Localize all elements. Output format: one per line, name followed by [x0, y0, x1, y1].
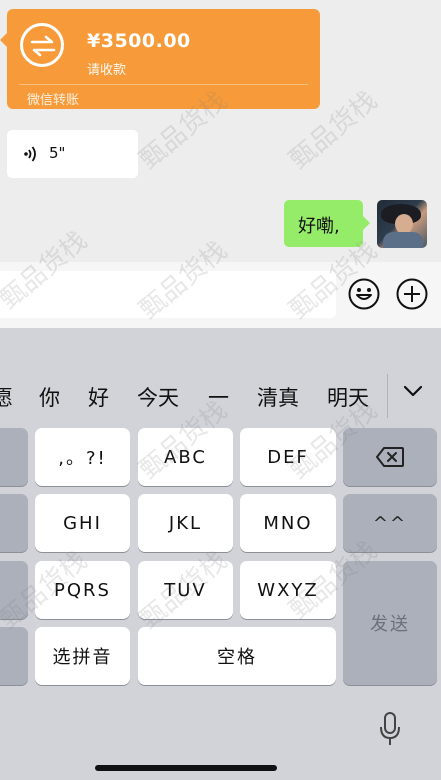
microphone-icon[interactable] — [378, 711, 402, 747]
transfer-icon — [20, 23, 64, 67]
emoji-icon[interactable] — [348, 278, 380, 310]
home-indicator — [95, 765, 277, 771]
send-button[interactable]: 发送 — [343, 561, 437, 685]
message-input[interactable] — [0, 271, 336, 318]
key-jkl[interactable]: JKL — [138, 494, 233, 552]
candidate-item[interactable]: 愿 — [0, 382, 13, 412]
candidate-item[interactable]: 今天 — [137, 382, 179, 412]
key-abc[interactable]: ABC — [138, 428, 233, 486]
side-key[interactable] — [0, 494, 28, 552]
side-key[interactable] — [0, 428, 28, 486]
voice-duration: 5" — [49, 144, 66, 162]
side-key[interactable] — [0, 561, 28, 619]
pinyin-select-key[interactable]: 选拼音 — [35, 627, 130, 685]
key-ghi[interactable]: GHI — [35, 494, 130, 552]
transfer-footer: 微信转账 — [27, 93, 80, 108]
candidate-item[interactable]: 明天 — [327, 382, 369, 412]
transfer-divider — [19, 84, 308, 85]
avatar[interactable] — [377, 200, 427, 248]
side-key[interactable] — [0, 627, 28, 685]
backspace-key[interactable] — [343, 428, 437, 486]
chat-area: ¥3500.00 请收款 微信转账 5" 好嘞, — [0, 0, 441, 262]
candidate-item[interactable]: 一 — [208, 382, 229, 412]
candidate-item[interactable]: 你 — [39, 382, 60, 412]
candidate-separator — [387, 374, 388, 418]
outgoing-message[interactable]: 好嘞, — [284, 200, 370, 247]
key-def[interactable]: DEF — [240, 428, 336, 486]
key-punctuation[interactable]: ,。?! — [35, 428, 130, 486]
candidate-item[interactable]: 清真 — [257, 382, 299, 412]
voice-message[interactable]: 5" — [7, 130, 138, 178]
key-wxyz[interactable]: WXYZ — [240, 561, 336, 619]
chevron-down-icon[interactable] — [403, 384, 423, 398]
outgoing-message-text: 好嘞, — [298, 216, 340, 237]
emoticon-key[interactable]: ^^ — [343, 494, 437, 552]
transfer-amount: ¥3500.00 — [87, 30, 191, 52]
key-tuv[interactable]: TUV — [138, 561, 233, 619]
voice-wave-icon — [24, 146, 36, 162]
key-mno[interactable]: MNO — [240, 494, 336, 552]
key-pqrs[interactable]: PQRS — [35, 561, 130, 619]
transfer-status: 请收款 — [87, 63, 127, 78]
candidate-item[interactable]: 好 — [88, 382, 109, 412]
space-key[interactable]: 空格 — [138, 627, 336, 685]
add-icon[interactable] — [396, 278, 428, 310]
send-label: 发送 — [370, 614, 410, 635]
backspace-icon — [376, 447, 404, 467]
transfer-card[interactable]: ¥3500.00 请收款 微信转账 — [0, 9, 320, 109]
